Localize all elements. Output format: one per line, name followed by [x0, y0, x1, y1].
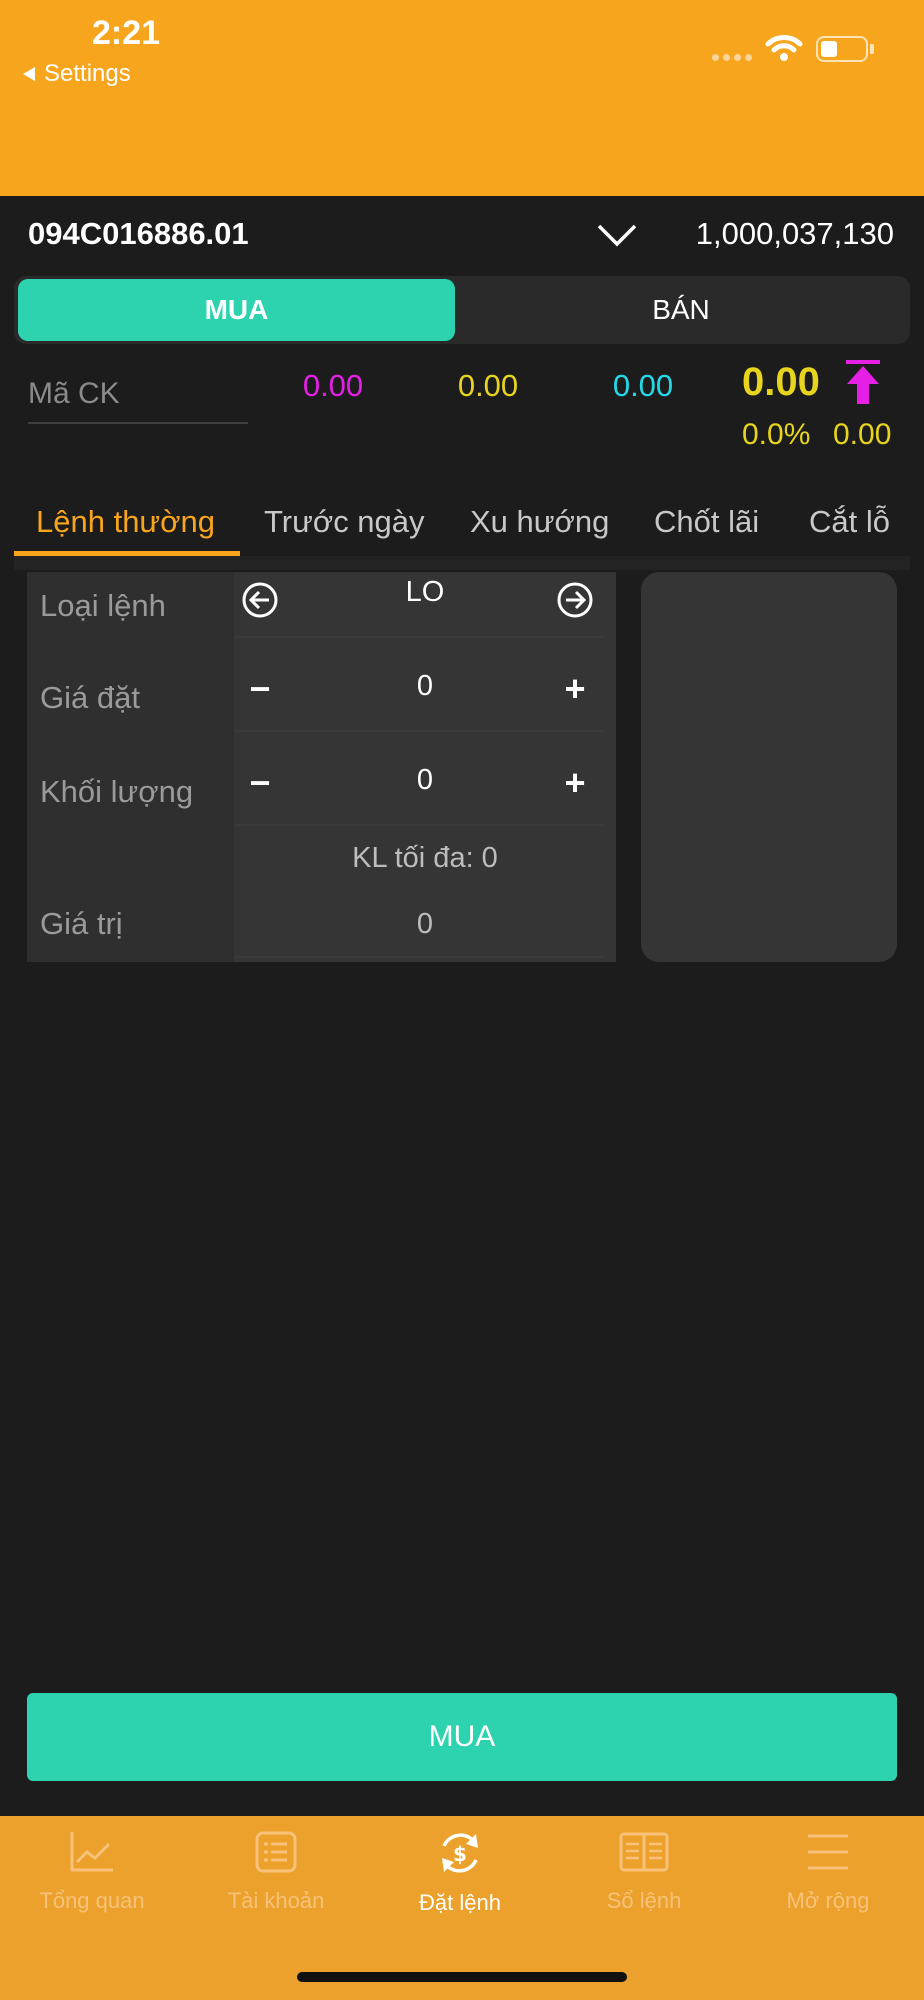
back-triangle-icon — [23, 67, 35, 81]
submit-buy-button[interactable]: MUA — [27, 1693, 897, 1781]
row-divider — [234, 824, 604, 826]
row-divider — [234, 636, 604, 638]
active-tab-indicator — [14, 551, 240, 556]
order-value-label: Giá trị — [40, 906, 123, 941]
battery-tip — [870, 44, 874, 54]
nav-overview[interactable]: Tổng quan — [0, 1830, 184, 1914]
arrow-up-to-top-icon — [846, 360, 880, 404]
wifi-icon — [765, 35, 803, 61]
battery-icon — [816, 36, 868, 62]
price-increase-button[interactable]: + — [555, 668, 595, 710]
nav-account-label: Tài khoản — [227, 1888, 325, 1913]
list-icon — [255, 1831, 297, 1873]
account-id: 094C016886.01 — [28, 216, 249, 251]
menu-icon — [808, 1834, 848, 1870]
nav-order-book[interactable]: Sổ lệnh — [552, 1830, 736, 1914]
dollar-refresh-icon: $ — [442, 1833, 478, 1873]
svg-text:$: $ — [453, 1842, 467, 1866]
tab-normal-order[interactable]: Lệnh thường — [36, 504, 215, 540]
last-price: 0.00 — [742, 360, 820, 404]
home-indicator — [297, 1972, 627, 1982]
nav-account[interactable]: Tài khoản — [184, 1830, 368, 1914]
tab-take-profit-order[interactable]: Chốt lãi — [654, 504, 759, 540]
ceiling-price: 0.00 — [302, 368, 364, 403]
order-value: 0 — [416, 908, 434, 940]
book-icon — [619, 1832, 669, 1872]
back-label: Settings — [44, 60, 131, 87]
tab-buy[interactable]: MUA — [18, 279, 455, 341]
floor-price: 0.00 — [457, 368, 519, 403]
symbol-input[interactable] — [28, 366, 248, 424]
quantity-label: Khối lượng — [40, 774, 194, 809]
tab-sell[interactable]: BÁN — [455, 279, 907, 341]
market-depth-panel — [641, 572, 897, 962]
account-balance: 1,000,037,130 — [695, 216, 894, 251]
tab-before-day-order[interactable]: Trước ngày — [264, 504, 425, 540]
nav-overview-label: Tổng quan — [39, 1888, 145, 1913]
row-divider — [234, 956, 604, 958]
chart-line-icon — [70, 1832, 113, 1872]
change-percent: 0.0% — [742, 418, 811, 451]
price-label: Giá đặt — [40, 680, 140, 715]
nav-place-order-label: Đặt lệnh — [419, 1890, 501, 1915]
nav-order-book-label: Sổ lệnh — [606, 1888, 682, 1913]
status-time: 2:21 — [92, 14, 161, 52]
next-order-type-icon[interactable] — [555, 580, 595, 620]
reference-price: 0.00 — [612, 368, 674, 403]
tab-stop-loss-order[interactable]: Cắt lỗ — [809, 504, 890, 540]
back-to-settings[interactable]: Settings — [22, 60, 131, 88]
nav-more[interactable]: Mở rộng — [736, 1830, 920, 1914]
account-dropdown-chevron-icon[interactable] — [596, 222, 638, 248]
change-value: 0.00 — [833, 418, 892, 451]
nav-more-label: Mở rộng — [786, 1888, 870, 1913]
row-divider — [234, 730, 604, 732]
nav-place-order[interactable]: $ Đặt lệnh — [368, 1830, 552, 1916]
cellular-signal-icon — [712, 54, 752, 61]
tab-trend-order[interactable]: Xu hướng — [470, 504, 609, 540]
quantity-increase-button[interactable]: + — [555, 762, 595, 804]
max-quantity: KL tối đa: 0 — [352, 842, 498, 874]
tab-divider — [14, 556, 910, 570]
order-type-label: Loại lệnh — [40, 588, 166, 623]
